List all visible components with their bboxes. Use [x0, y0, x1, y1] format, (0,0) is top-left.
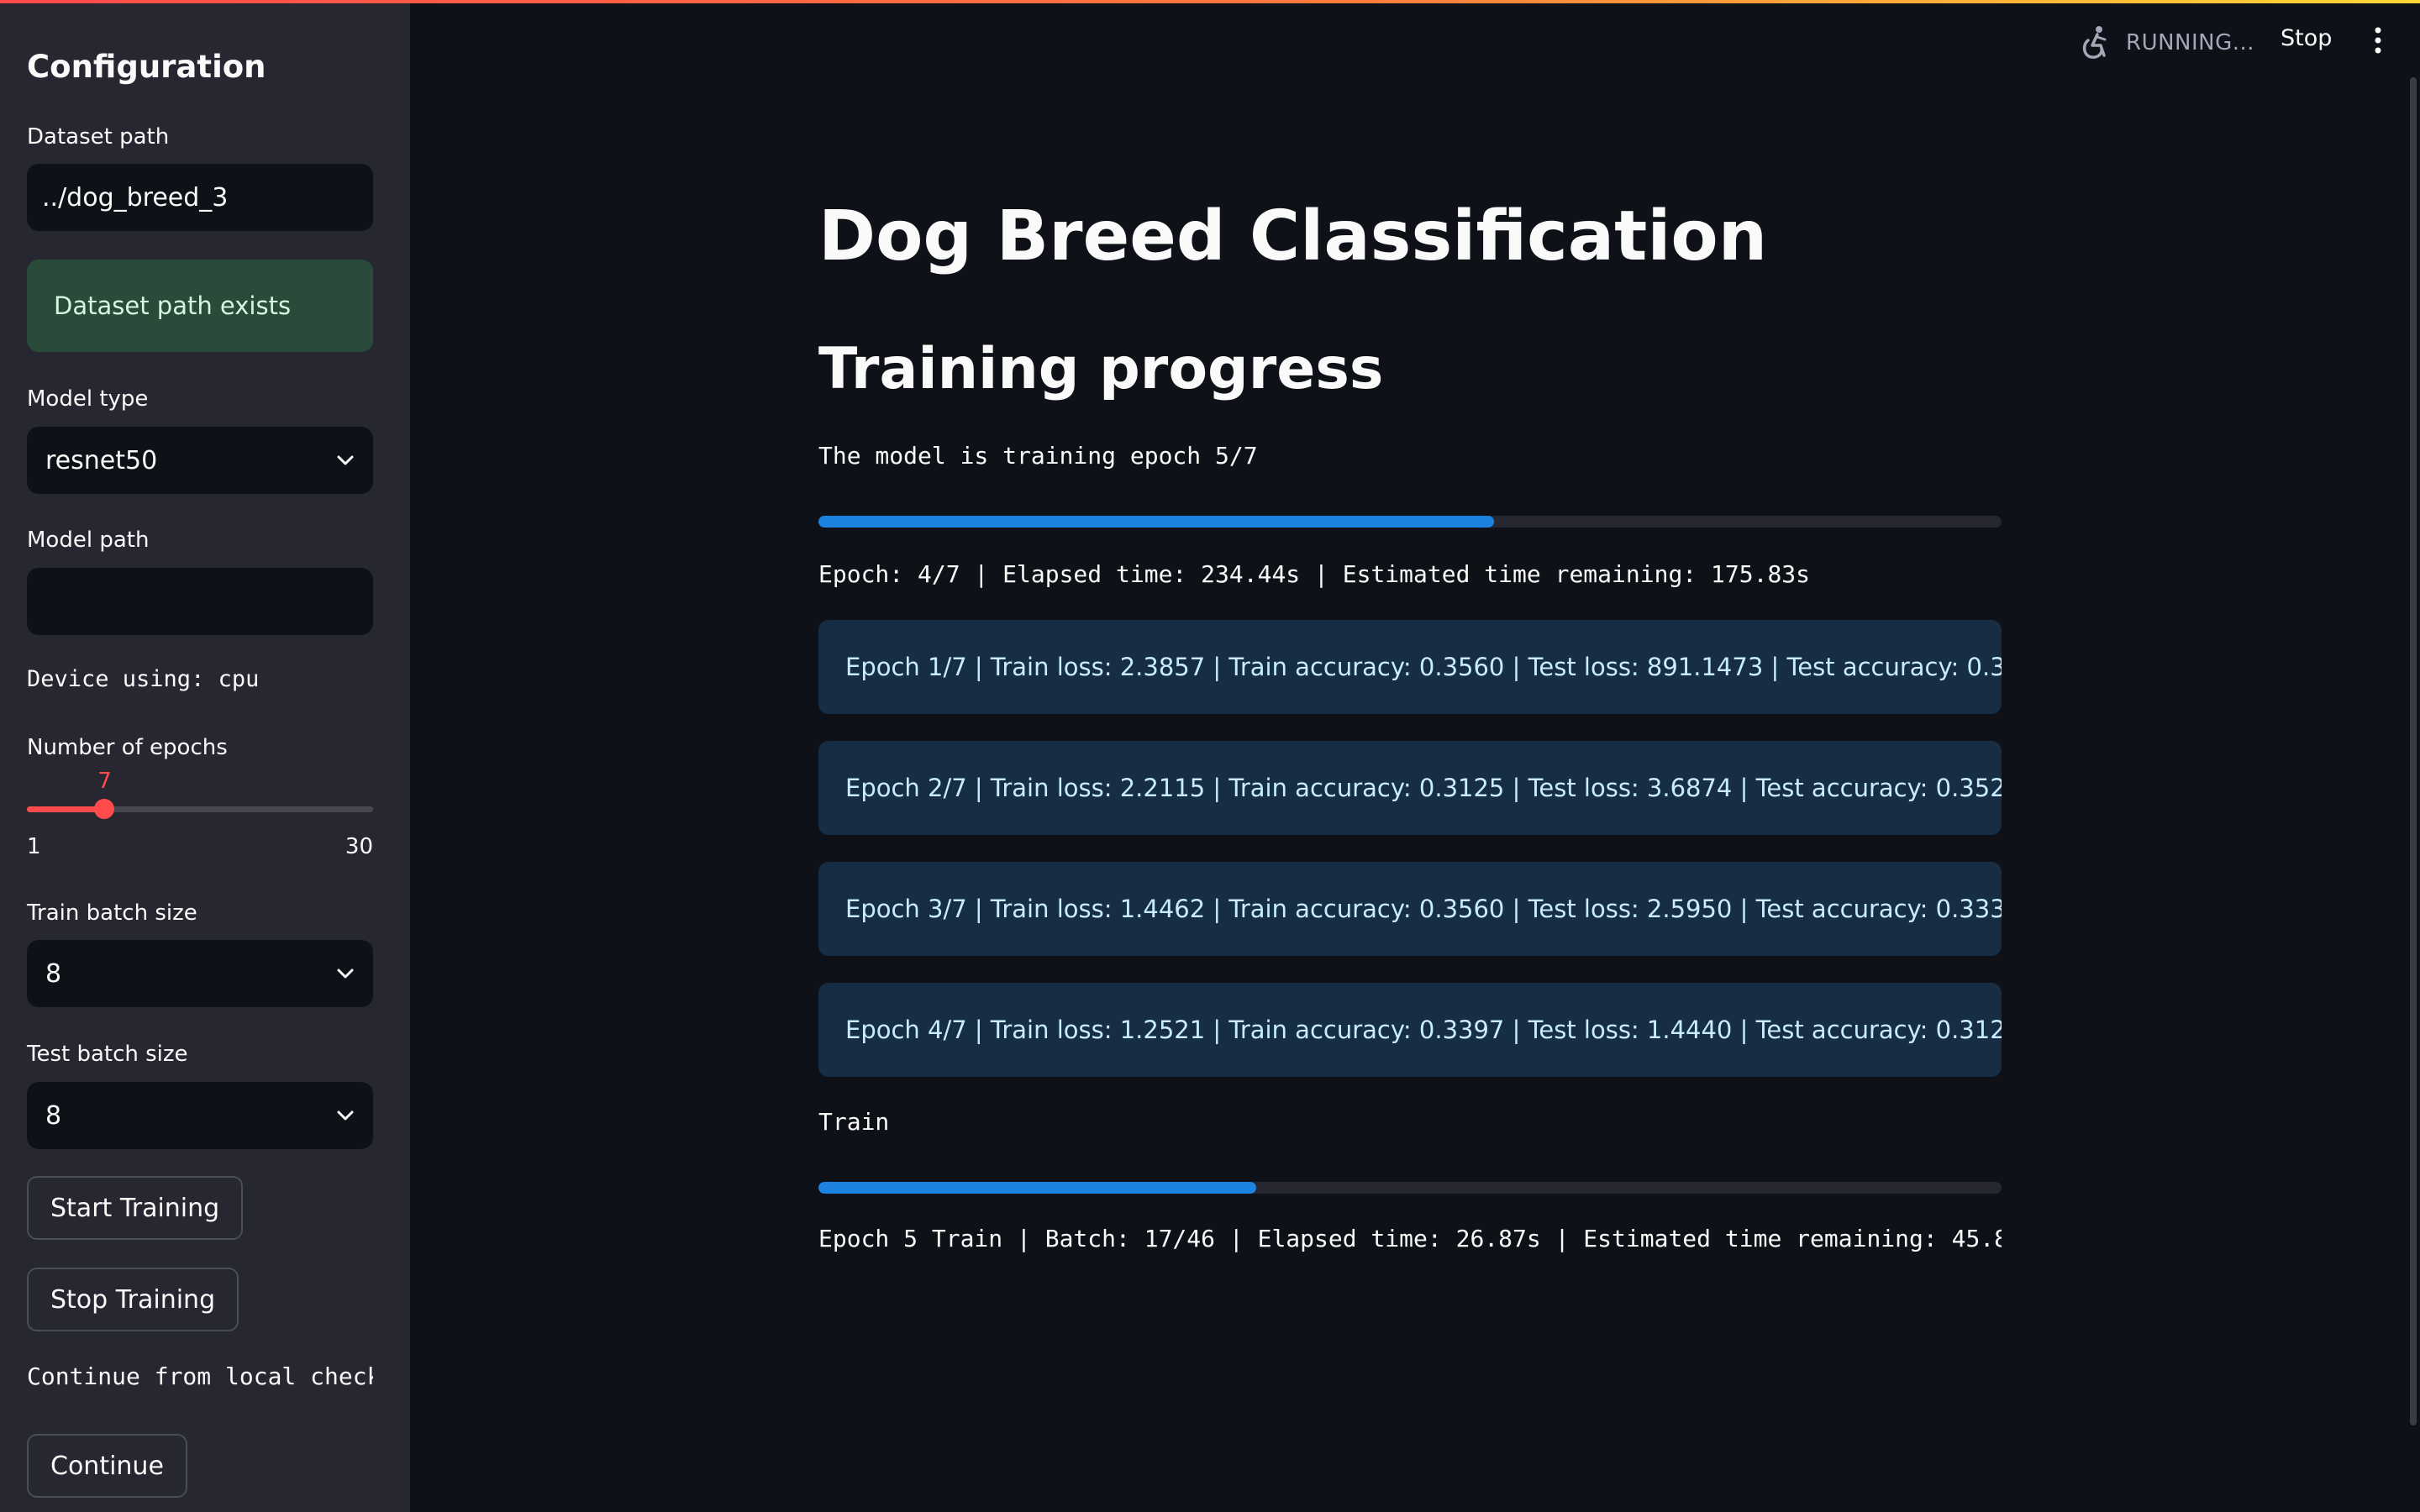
continue-button[interactable]: Continue: [27, 1434, 187, 1498]
train-batch-select[interactable]: 8: [27, 940, 373, 1007]
batch-progress-bar: [818, 1182, 2002, 1194]
epoch-result-text: Epoch 2/7 | Train loss: 2.2115 | Train a…: [845, 774, 2002, 802]
running-person-icon: [2082, 26, 2107, 59]
running-status: RUNNING...: [2079, 25, 2254, 60]
training-status-text: The model is training epoch 5/7: [818, 442, 1258, 470]
sidebar: Configuration Dataset path Dataset path …: [0, 0, 410, 1512]
epochs-label: Number of epochs: [27, 735, 228, 760]
epoch-result-box: Epoch 2/7 | Train loss: 2.2115 | Train a…: [818, 741, 2002, 835]
epochs-slider-value: 7: [97, 769, 112, 794]
main-content: Dog Breed Classification Training progre…: [818, 0, 2002, 1512]
epoch-summary-text: Epoch: 4/7 | Elapsed time: 234.44s | Est…: [818, 560, 1811, 588]
kebab-menu-icon[interactable]: [2373, 27, 2383, 54]
start-training-button[interactable]: Start Training: [27, 1176, 244, 1240]
model-path-label: Model path: [27, 528, 150, 553]
model-type-value: resnet50: [45, 445, 158, 475]
epochs-slider-track[interactable]: [27, 806, 373, 812]
dataset-status-text: Dataset path exists: [54, 291, 292, 320]
page-title: Dog Breed Classification: [818, 197, 1768, 276]
sidebar-title: Configuration: [27, 49, 266, 85]
epoch-result-box: Epoch 4/7 | Train loss: 1.2521 | Train a…: [818, 983, 2002, 1077]
epoch-progress-bar: [818, 516, 2002, 528]
model-type-label: Model type: [27, 386, 149, 412]
dataset-status-alert: Dataset path exists: [27, 260, 373, 352]
model-path-input[interactable]: [27, 568, 373, 635]
train-batch-label: Train batch size: [27, 900, 197, 926]
train-phase-label: Train: [818, 1108, 890, 1136]
epoch-result-box: Epoch 3/7 | Train loss: 1.4462 | Train a…: [818, 862, 2002, 956]
epoch-result-text: Epoch 4/7 | Train loss: 1.2521 | Train a…: [845, 1016, 2002, 1044]
batch-summary-text: Epoch 5 Train | Batch: 17/46 | Elapsed t…: [818, 1225, 2002, 1252]
model-type-select[interactable]: resnet50: [27, 427, 373, 494]
stop-button[interactable]: Stop: [2281, 25, 2332, 51]
epoch-progress-fill: [818, 516, 1494, 528]
test-batch-value: 8: [45, 1100, 62, 1131]
epoch-result-box: Epoch 1/7 | Train loss: 2.3857 | Train a…: [818, 620, 2002, 714]
continue-info-text: Continue from local checkpoint: [27, 1362, 373, 1390]
section-title: Training progress: [818, 336, 1384, 402]
epochs-slider-fill: [27, 806, 105, 812]
running-status-text: RUNNING...: [2126, 30, 2255, 55]
epoch-result-text: Epoch 1/7 | Train loss: 2.3857 | Train a…: [845, 653, 2002, 681]
epochs-slider-min: 1: [27, 834, 41, 859]
chevron-down-icon: [337, 1110, 354, 1121]
device-info-text: Device using: cpu: [27, 666, 260, 692]
dataset-path-label: Dataset path: [27, 124, 170, 150]
chevron-down-icon: [337, 455, 354, 465]
top-decoration-bar: [0, 0, 2420, 3]
test-batch-label: Test batch size: [27, 1042, 188, 1067]
chevron-down-icon: [337, 969, 354, 979]
stop-training-button[interactable]: Stop Training: [27, 1268, 239, 1331]
epoch-result-text: Epoch 3/7 | Train loss: 1.4462 | Train a…: [845, 895, 2002, 923]
epochs-slider-thumb[interactable]: [94, 799, 115, 819]
test-batch-select[interactable]: 8: [27, 1082, 373, 1149]
main-scrollbar[interactable]: [2410, 77, 2417, 1425]
dataset-path-input[interactable]: [27, 164, 373, 231]
epochs-slider-max: 30: [345, 834, 373, 859]
batch-progress-fill: [818, 1182, 1256, 1194]
train-batch-value: 8: [45, 958, 62, 989]
